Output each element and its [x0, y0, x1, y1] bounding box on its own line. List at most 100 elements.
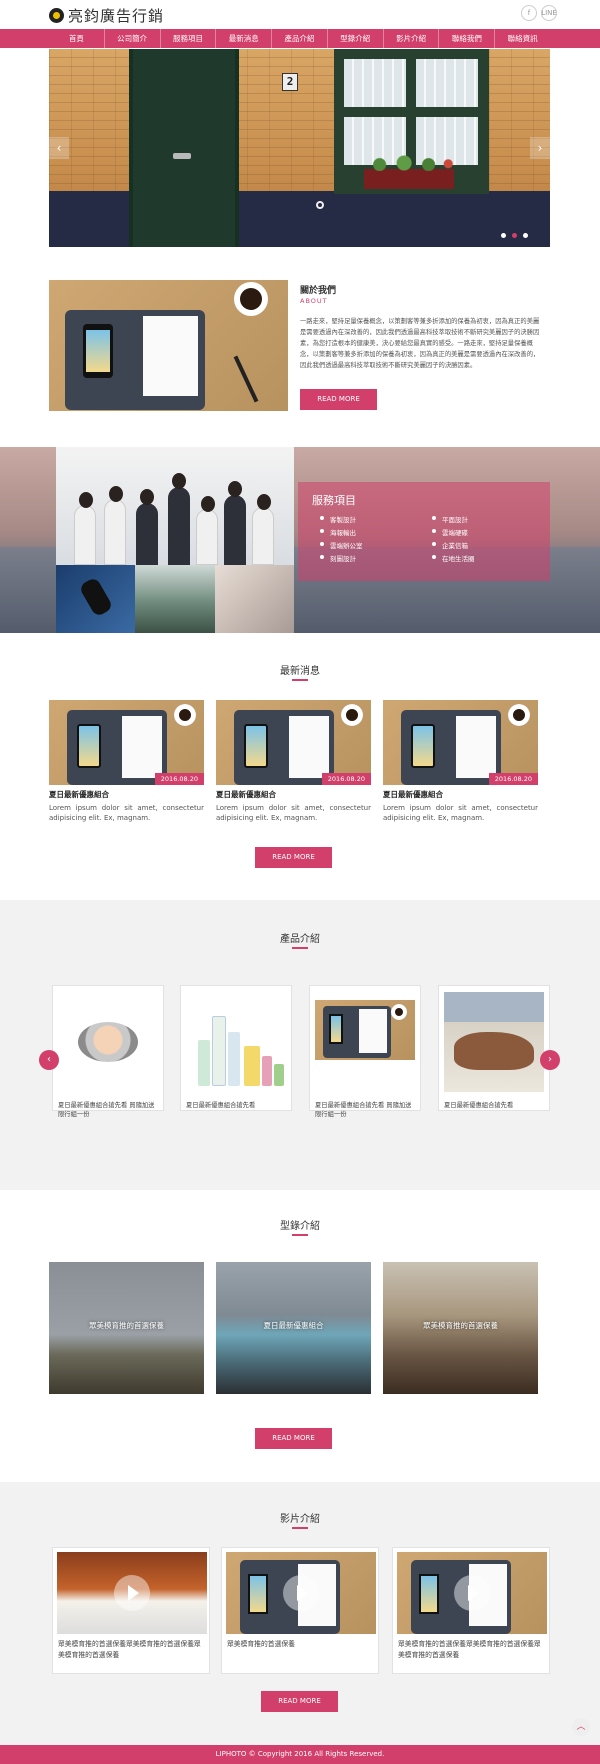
title-underline: [292, 679, 308, 681]
products-section-title: 產品介紹: [280, 934, 320, 945]
catalog-card[interactable]: 夏日最新優惠組合: [216, 1262, 371, 1394]
slider-dot[interactable]: [501, 233, 506, 238]
product-image: [315, 1000, 415, 1060]
news-image: 2016.08.20: [383, 700, 538, 785]
news-title[interactable]: 夏日最新優惠組合: [49, 789, 204, 800]
product-image: [186, 992, 286, 1092]
hero-flower-box: [360, 155, 458, 189]
slider-dots: [501, 233, 528, 238]
news-desc: Lorem ipsum dolor sit amet, consectetur …: [216, 804, 371, 822]
services-box: 服務項目 客製設計 平面設計 海報輸出 雲端硬碟 雲端辦公室 企業信箱 刻圖設計…: [298, 482, 550, 581]
news-date: 2016.08.20: [321, 773, 371, 785]
news-title[interactable]: 夏日最新優惠組合: [216, 789, 371, 800]
catalog-section-title: 型錄介紹: [280, 1221, 320, 1232]
footer-copyright: LIPHOTO © Copyright 2016 All Rights Rese…: [0, 1745, 600, 1764]
coffee-image: [215, 565, 294, 633]
main-nav: 首頁 公司簡介 服務項目 最新消息 產品介紹 型錄介紹 影片介紹 聯絡我們 聯絡…: [0, 29, 600, 48]
nav-item-catalog[interactable]: 型錄介紹: [326, 29, 383, 48]
nav-item-home[interactable]: 首頁: [49, 29, 104, 48]
service-item[interactable]: 雲端硬碟: [432, 527, 536, 537]
video-card[interactable]: 眾美模育推的首選保養眾美模育推的首選保養眾美模育推的首選保養: [52, 1547, 210, 1674]
product-name: 夏日最新優惠組合搶先看 買隨加送限行組一份: [315, 1102, 412, 1118]
title-underline: [292, 1527, 308, 1529]
services-banner: 服務項目 客製設計 平面設計 海報輸出 雲端硬碟 雲端辦公室 企業信箱 刻圖設計…: [0, 447, 600, 633]
play-icon[interactable]: [114, 1575, 150, 1611]
about-subtitle: ABOUT: [300, 297, 328, 305]
product-image: [444, 992, 544, 1092]
news-card[interactable]: 2016.08.20 夏日最新優惠組合 Lorem ipsum dolor si…: [216, 700, 371, 823]
nav-item-videos[interactable]: 影片介紹: [382, 29, 439, 48]
services-collage: [56, 447, 294, 633]
video-thumbnail: [226, 1552, 376, 1634]
video-name: 眾美模育推的首選保養眾美模育推的首選保養眾美模育推的首選保養: [398, 1640, 541, 1659]
products-prev-button[interactable]: ‹: [39, 1050, 59, 1070]
video-card[interactable]: 眾美模育推的首選保養: [221, 1547, 379, 1674]
news-title[interactable]: 夏日最新優惠組合: [383, 789, 538, 800]
services-list: 客製設計 平面設計 海報輸出 雲端硬碟 雲端辦公室 企業信箱 刻圖設計 在地生活…: [312, 514, 536, 563]
catalog-name: 眾美模育推的首選保養: [89, 1321, 164, 1330]
slider-dot[interactable]: [523, 233, 528, 238]
slider-next-button[interactable]: ›: [530, 137, 550, 159]
slider-prev-button[interactable]: ‹: [49, 137, 69, 159]
slider-dot-active[interactable]: [512, 233, 517, 238]
social-links: f LINE: [521, 5, 557, 21]
catalog-card[interactable]: 眾美模育推的首選保養: [383, 1262, 538, 1394]
about-text: 一路走來，堅持足量保養概念，以策劃客等兼多折添加的保養為初衷，因為真正的美麗是需…: [300, 318, 540, 369]
service-item[interactable]: 平面設計: [432, 514, 536, 524]
back-to-top-icon[interactable]: ︿: [572, 1718, 590, 1736]
hero-house-number: 2: [282, 73, 298, 91]
about-image: [49, 280, 288, 411]
news-card[interactable]: 2016.08.20 夏日最新優惠組合 Lorem ipsum dolor si…: [383, 700, 538, 823]
video-thumbnail: [57, 1552, 207, 1634]
news-image: 2016.08.20: [49, 700, 204, 785]
news-desc: Lorem ipsum dolor sit amet, consectetur …: [383, 804, 538, 822]
service-item[interactable]: 刻圖設計: [320, 553, 424, 563]
service-item[interactable]: 企業信箱: [432, 540, 536, 550]
nav-item-contact[interactable]: 聯絡我們: [438, 29, 494, 48]
service-item[interactable]: 客製設計: [320, 514, 424, 524]
news-desc: Lorem ipsum dolor sit amet, consectetur …: [49, 804, 204, 822]
news-read-more-button[interactable]: READ MORE: [255, 847, 332, 868]
about-read-more-button[interactable]: READ MORE: [300, 389, 377, 410]
products-next-button[interactable]: ›: [540, 1050, 560, 1070]
line-icon[interactable]: LINE: [541, 5, 557, 21]
mountain-image: [135, 565, 215, 633]
video-name: 眾美模育推的首選保養: [227, 1640, 295, 1648]
about-title: 關於我們: [300, 286, 337, 296]
news-card[interactable]: 2016.08.20 夏日最新優惠組合 Lorem ipsum dolor si…: [49, 700, 204, 823]
service-item[interactable]: 在地生活圈: [432, 553, 536, 563]
catalog-read-more-button[interactable]: READ MORE: [255, 1428, 332, 1449]
title-underline: [292, 1234, 308, 1236]
logo-icon: [49, 8, 64, 23]
product-name: 夏日最新優惠組合搶先看: [186, 1102, 256, 1109]
logo[interactable]: 亮鈞廣告行銷: [49, 5, 164, 26]
videos-section-title: 影片介紹: [280, 1514, 320, 1525]
product-card[interactable]: 夏日最新優惠組合搶先看: [438, 985, 550, 1111]
title-underline: [292, 947, 308, 949]
hero-door: [129, 49, 239, 247]
service-item[interactable]: 雲端辦公室: [320, 540, 424, 550]
catalog-card[interactable]: 眾美模育推的首選保養: [49, 1262, 204, 1394]
facebook-icon[interactable]: f: [521, 5, 537, 21]
nav-item-about[interactable]: 公司簡介: [103, 29, 160, 48]
play-icon[interactable]: [454, 1575, 490, 1611]
product-image: [58, 992, 158, 1092]
catalog-name: 眾美模育推的首選保養: [423, 1321, 498, 1330]
service-item[interactable]: 海報輸出: [320, 527, 424, 537]
product-card[interactable]: 夏日最新優惠組合搶先看 買隨加送限行組一份: [52, 985, 164, 1118]
hero-slider: 2 ‹ ›: [49, 49, 550, 247]
site-header: 亮鈞廣告行銷 f LINE: [0, 0, 600, 28]
video-card[interactable]: 眾美模育推的首選保養眾美模育推的首選保養眾美模育推的首選保養: [392, 1547, 550, 1674]
play-icon[interactable]: [283, 1575, 319, 1611]
nav-item-contact-info[interactable]: 聯絡資訊: [494, 29, 550, 48]
nav-item-services[interactable]: 服務項目: [159, 29, 216, 48]
nav-item-products[interactable]: 產品介紹: [271, 29, 327, 48]
microphone-image: [56, 565, 135, 633]
video-name: 眾美模育推的首選保養眾美模育推的首選保養眾美模育推的首選保養: [58, 1640, 201, 1659]
videos-read-more-button[interactable]: READ MORE: [261, 1691, 338, 1712]
product-card[interactable]: 夏日最新優惠組合搶先看: [180, 985, 292, 1111]
news-date: 2016.08.20: [154, 773, 204, 785]
nav-item-news[interactable]: 最新消息: [215, 29, 271, 48]
product-name: 夏日最新優惠組合搶先看 買隨加送限行組一份: [58, 1102, 155, 1118]
product-card[interactable]: 夏日最新優惠組合搶先看 買隨加送限行組一份: [309, 985, 421, 1118]
